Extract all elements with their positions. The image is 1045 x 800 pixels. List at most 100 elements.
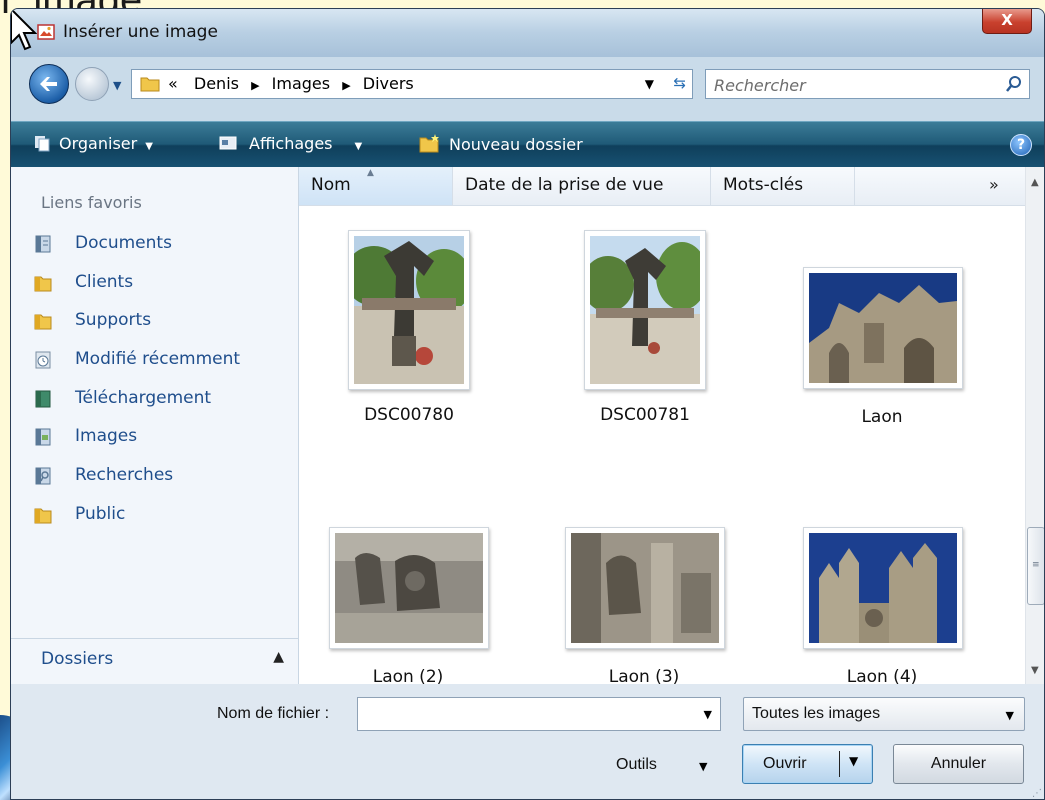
nav-item-documents[interactable]: Documents	[33, 233, 240, 272]
recent-pages-dropdown-icon[interactable]: ▼	[113, 79, 121, 92]
dialog-title: Insérer une image	[63, 22, 218, 42]
file-type-value: Toutes les images	[752, 705, 881, 722]
nav-item-label: Téléchargement	[75, 387, 212, 408]
new-folder-icon	[419, 134, 439, 153]
split-divider	[839, 751, 840, 777]
address-row: ▼ « Denis ▶ Images ▶ Divers ▼ ⇆	[11, 57, 1044, 111]
nav-item-supports[interactable]: Supports	[33, 310, 240, 349]
open-options-dropdown-icon[interactable]: ▼	[849, 754, 858, 768]
nav-item-label: Public	[75, 503, 126, 524]
breadcrumb-denis[interactable]: Denis	[194, 74, 239, 93]
organize-menu[interactable]: Organiser ▼	[33, 134, 153, 153]
organize-icon	[35, 136, 50, 152]
statue-photo	[354, 236, 464, 384]
forward-button[interactable]	[75, 67, 109, 101]
scroll-up-icon[interactable]: ▲	[1031, 177, 1039, 188]
filename-dropdown-icon[interactable]: ▼	[704, 708, 712, 721]
organize-caret-icon: ▼	[145, 141, 153, 152]
mouse-cursor-icon	[11, 9, 37, 51]
file-name[interactable]: DSC00780	[309, 405, 509, 425]
search-input[interactable]	[706, 70, 1006, 100]
file-name[interactable]: DSC00781	[545, 405, 745, 425]
nav-item-label: Supports	[75, 310, 152, 331]
folder-icon	[34, 276, 52, 292]
file-thumbnail[interactable]	[565, 527, 725, 649]
resize-grip-icon[interactable]: ⋰	[1032, 788, 1042, 799]
help-icon[interactable]: ?	[1010, 134, 1032, 156]
back-button[interactable]	[29, 64, 69, 104]
column-header-label: Date de la prise de vue	[465, 175, 664, 195]
new-folder-label: Nouveau dossier	[449, 135, 583, 154]
favorite-links-list: Documents Clients Supports Modifié récem…	[33, 233, 240, 543]
insert-image-icon	[37, 24, 55, 40]
more-columns-icon[interactable]: »	[989, 175, 999, 194]
column-header-label: Nom	[311, 175, 351, 195]
breadcrumb-separator-icon[interactable]: ▶	[244, 79, 266, 92]
scrollbar-thumb[interactable]: ≡	[1027, 527, 1044, 605]
nav-item-recent[interactable]: Modifié récemment	[33, 349, 240, 388]
scroll-down-icon[interactable]: ▼	[1031, 665, 1039, 676]
file-thumbnail[interactable]	[348, 230, 470, 390]
breadcrumb: « Denis ▶ Images ▶ Divers	[168, 74, 414, 93]
pictures-icon	[35, 428, 51, 446]
title-bar[interactable]: Insérer une image X	[11, 9, 1044, 57]
insert-image-dialog: Insérer une image X ▼ « Denis ▶ Images ▶	[10, 8, 1045, 800]
file-thumbnail[interactable]	[584, 230, 706, 390]
views-menu[interactable]: Affichages ▼	[219, 134, 362, 153]
file-thumbnail[interactable]	[803, 267, 963, 389]
column-header-date-taken[interactable]: Date de la prise de vue	[453, 167, 711, 205]
file-name[interactable]: Laon	[782, 407, 982, 427]
statue-photo	[590, 236, 700, 384]
close-button[interactable]: X	[982, 9, 1032, 34]
open-button-label: Ouvrir	[763, 755, 807, 772]
chevron-up-icon[interactable]: ▲	[273, 649, 284, 665]
folders-toggle[interactable]: Dossiers ▲	[11, 638, 298, 684]
file-thumbnail[interactable]	[803, 527, 963, 649]
organize-label: Organiser	[59, 134, 138, 153]
open-button[interactable]: Ouvrir ▼	[742, 744, 873, 784]
nav-item-public[interactable]: Public	[33, 504, 240, 543]
folder-icon	[140, 77, 160, 92]
column-header-keywords[interactable]: Mots-clés	[711, 167, 855, 205]
new-folder-button[interactable]: Nouveau dossier	[419, 134, 583, 154]
favorite-links-header: Liens favoris	[41, 193, 142, 212]
search-box	[705, 69, 1030, 100]
file-type-select[interactable]: Toutes les images ▼	[743, 697, 1025, 731]
folders-label: Dossiers	[41, 649, 114, 669]
address-bar[interactable]: « Denis ▶ Images ▶ Divers ▼ ⇆	[131, 69, 693, 99]
chevron-down-icon: ▼	[1005, 709, 1014, 722]
breadcrumb-divers[interactable]: Divers	[363, 74, 414, 93]
breadcrumb-overflow[interactable]: «	[168, 74, 178, 93]
carving-photo	[571, 533, 719, 643]
nav-item-label: Modifié récemment	[75, 349, 241, 370]
tools-menu[interactable]: Outils	[616, 756, 657, 774]
vertical-scrollbar[interactable]: ▲ ≡ ▼	[1025, 167, 1044, 684]
column-header-name[interactable]: ▲ Nom	[299, 167, 453, 205]
nav-item-searches[interactable]: Recherches	[33, 465, 240, 504]
nav-item-downloads[interactable]: Téléchargement	[33, 388, 240, 427]
cathedral-photo	[809, 273, 957, 383]
nav-item-label: Documents	[75, 233, 172, 253]
gargoyle-photo	[335, 533, 483, 643]
nav-item-images[interactable]: Images	[33, 426, 240, 465]
file-list-pane: ▲ Nom Date de la prise de vue Mots-clés …	[299, 167, 1044, 687]
nav-item-label: Images	[75, 426, 138, 447]
breadcrumb-images[interactable]: Images	[272, 74, 330, 93]
nav-item-clients[interactable]: Clients	[33, 272, 240, 311]
dialog-footer: Nom de fichier : ▼ Toutes les images ▼ O…	[11, 684, 1044, 799]
address-dropdown-icon[interactable]: ▼	[645, 77, 654, 91]
grip-icon: ≡	[1032, 560, 1040, 570]
search-icon[interactable]	[1005, 75, 1023, 93]
folder-icon	[34, 314, 52, 330]
breadcrumb-separator-icon[interactable]: ▶	[335, 79, 357, 92]
folder-icon	[34, 508, 52, 524]
refresh-icon[interactable]: ⇆	[673, 74, 686, 92]
file-thumbnail[interactable]	[329, 527, 489, 649]
documents-icon	[35, 235, 51, 253]
cancel-button[interactable]: Annuler	[893, 744, 1024, 784]
recent-icon	[35, 351, 51, 369]
filename-label: Nom de fichier :	[217, 705, 330, 722]
download-icon	[35, 390, 51, 408]
filename-input[interactable]	[358, 698, 686, 730]
tools-caret-icon[interactable]: ▼	[699, 760, 707, 773]
